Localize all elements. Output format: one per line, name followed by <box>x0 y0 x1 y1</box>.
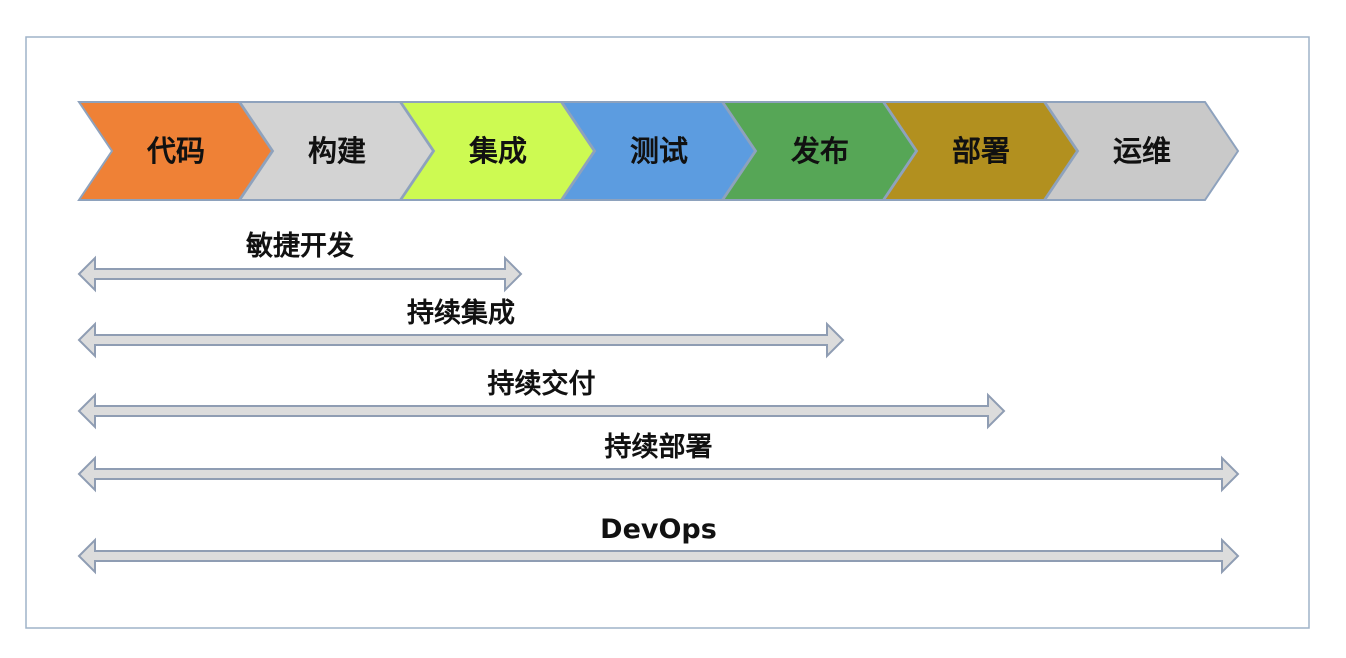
stage-label: 代码 <box>146 134 205 168</box>
stage-label: 发布 <box>790 134 849 168</box>
stage-label: 测试 <box>630 134 688 168</box>
stage-chevrons: 代码 构建 集成 测试 发布 部署 运维 <box>77 101 1240 201</box>
stage-label: 部署 <box>952 134 1010 168</box>
scope-label: 持续集成 <box>407 297 515 329</box>
scope-label: 敏捷开发 <box>245 230 354 262</box>
devops-diagram: 代码 构建 集成 测试 发布 部署 运维 敏捷开发持续集成持续交付持续部署 DevOps <box>25 36 1310 629</box>
stage-label: 运维 <box>1113 134 1171 168</box>
stage-label: 集成 <box>468 134 527 168</box>
scope-label: 持续部署 <box>605 431 713 463</box>
scope-label: 持续交付 <box>488 368 596 400</box>
scope-label: DevOps <box>600 514 717 545</box>
stage-label: 构建 <box>308 134 366 168</box>
